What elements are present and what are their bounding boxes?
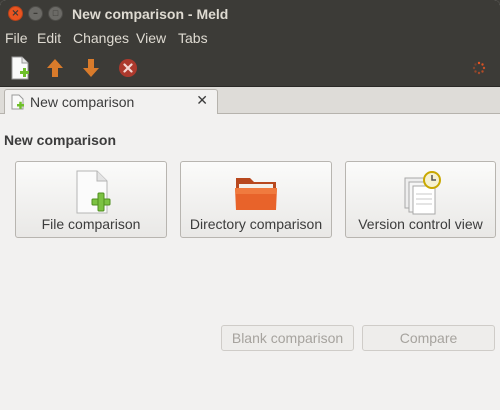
next-change-button[interactable] [78,54,104,82]
title-bar: × – □ New comparison - Meld [0,0,500,28]
file-comparison-label: File comparison [41,216,141,232]
directory-comparison-button[interactable]: Directory comparison [180,161,332,238]
version-control-icon [404,171,441,215]
file-comparison-button[interactable]: File comparison [15,161,167,238]
menu-file[interactable]: File [5,30,28,46]
tab-label: New comparison [30,94,135,110]
menu-bar: File Edit Changes View Tabs [0,28,500,50]
close-icon: × [11,7,20,19]
new-comparison-page: New comparison File comparison Directory… [0,114,500,410]
toolbar [0,50,500,87]
new-document-icon [11,94,24,110]
version-control-view-button[interactable]: Version control view [345,161,496,238]
menu-edit[interactable]: Edit [37,30,61,46]
window-minimize-button[interactable]: – [28,6,43,21]
minimize-icon: – [33,7,38,19]
stop-icon [119,59,137,77]
meld-window: × – □ New comparison - Meld File Edit Ch… [0,0,500,410]
window-close-button[interactable]: × [8,6,23,21]
new-document-icon [11,56,29,80]
directory-comparison-label: Directory comparison [189,216,323,232]
folder-icon [235,178,277,210]
stop-button[interactable] [115,54,141,82]
maximize-icon: □ [52,9,59,17]
menu-tabs[interactable]: Tabs [178,30,208,46]
tab-new-comparison[interactable]: New comparison ✕ [4,89,218,114]
file-add-icon [76,170,111,214]
version-control-view-label: Version control view [358,216,483,232]
compare-button[interactable]: Compare [362,325,495,351]
tab-strip: New comparison ✕ [0,87,500,114]
tab-close-button[interactable]: ✕ [196,93,208,109]
page-heading: New comparison [4,132,117,148]
spinner-icon [472,61,486,75]
blank-comparison-button[interactable]: Blank comparison [221,325,354,351]
menu-changes[interactable]: Changes [73,30,129,46]
new-comparison-button[interactable] [7,54,33,82]
arrow-down-icon [83,59,99,77]
arrow-up-icon [47,59,63,77]
menu-view[interactable]: View [136,30,166,46]
window-title: New comparison - Meld [72,6,229,22]
previous-change-button[interactable] [42,54,68,82]
window-maximize-button[interactable]: □ [48,6,63,21]
